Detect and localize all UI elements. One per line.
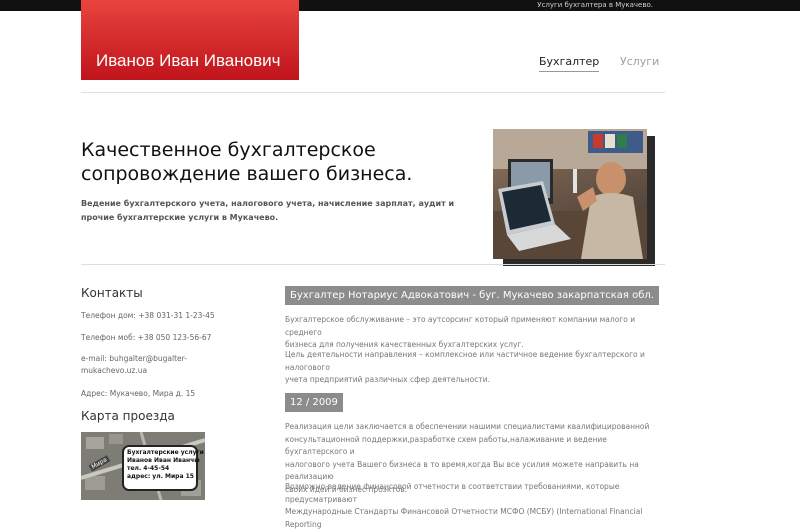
map-callout-line: тел. 4-45-54	[127, 465, 170, 472]
post-date-badge: 12 / 2009	[285, 393, 343, 412]
hero-desc-line: прочие бухгалтерские услуги в Мукачево.	[81, 213, 279, 222]
hero-description: Ведение бухгалтерского учета, налогового…	[81, 197, 461, 225]
para-line: консультационной поддержки,разработке сх…	[285, 434, 607, 457]
para-line: налогового учета Вашего бизнеса в то вре…	[285, 459, 639, 482]
map-callout-line: Иванов Иван Иванчы	[127, 457, 200, 464]
map-callout-line: адрес: ул. Мира 15	[127, 473, 194, 480]
contact-email-line[interactable]: e-mail: buhgalter@bugalter-	[81, 353, 221, 365]
map-callout: Бухгалтерские услуги Иванов Иван Иванчы …	[122, 445, 204, 491]
hero-title: Качественное бухгалтерское сопровождение…	[81, 138, 461, 186]
location-map[interactable]: Мира Бухгалтерские услуги Иванов Иван Ив…	[81, 432, 205, 500]
map-heading: Карта проезда	[81, 409, 175, 423]
contact-phone-mobile: Телефон моб: +38 050 123-56-67	[81, 333, 212, 342]
accountant-photo	[493, 129, 647, 259]
post-paragraph-2: Цель деятельности направления – комплекс…	[285, 349, 665, 387]
site-logo[interactable]: Иванов Иван Иванович	[81, 0, 299, 80]
photo-illustration	[493, 129, 647, 259]
post-paragraph-4: Возможно ведение финансовой отчетности в…	[285, 481, 665, 531]
site-title[interactable]: Иванов Иван Иванович	[96, 51, 280, 71]
nav-item-uslugi[interactable]: Услуги	[620, 55, 659, 68]
post-paragraph-1: Бухгалтерское обслуживание – это аутсорс…	[285, 314, 665, 352]
hero-desc-line: Ведение бухгалтерского учета, налогового…	[81, 199, 455, 208]
para-line: учета предприятий различных сфер деятель…	[285, 375, 490, 384]
para-line: Бухгалтерское обслуживание – это аутсорс…	[285, 315, 636, 337]
hero-title-line: Качественное бухгалтерское	[81, 139, 376, 161]
para-line: Цель деятельности направления – комплекс…	[285, 350, 645, 372]
contact-address: Адрес: Мукачево, Мира д. 15	[81, 389, 196, 398]
contact-email-line[interactable]: mukachevo.uz.ua	[81, 365, 221, 377]
contact-phone-home: Телефон дом: +38 031-31 1-23-45	[81, 311, 215, 320]
hero-title-line: сопровождение вашего бизнеса.	[81, 163, 413, 185]
post-title[interactable]: Бухгалтер Нотариус Адвокатович - буг. Му…	[285, 286, 659, 305]
map-callout-line: Бухгалтерские услуги	[127, 449, 204, 456]
header-divider	[81, 92, 665, 93]
contact-email[interactable]: e-mail: buhgalter@bugalter- mukachevo.uz…	[81, 353, 221, 377]
para-line: Реализация цели заключается в обеспечени…	[285, 422, 650, 431]
para-line: Возможно ведение финансовой отчетности в…	[285, 482, 620, 504]
top-bar-tagline: Услуги бухгалтера в Мукачево.	[537, 1, 653, 9]
para-line: Международные Стандарты Финансовой Отчет…	[285, 507, 643, 529]
nav-item-buhgalter[interactable]: Бухгалтер	[539, 55, 600, 72]
section-divider	[81, 264, 665, 265]
contacts-heading: Контакты	[81, 286, 143, 300]
